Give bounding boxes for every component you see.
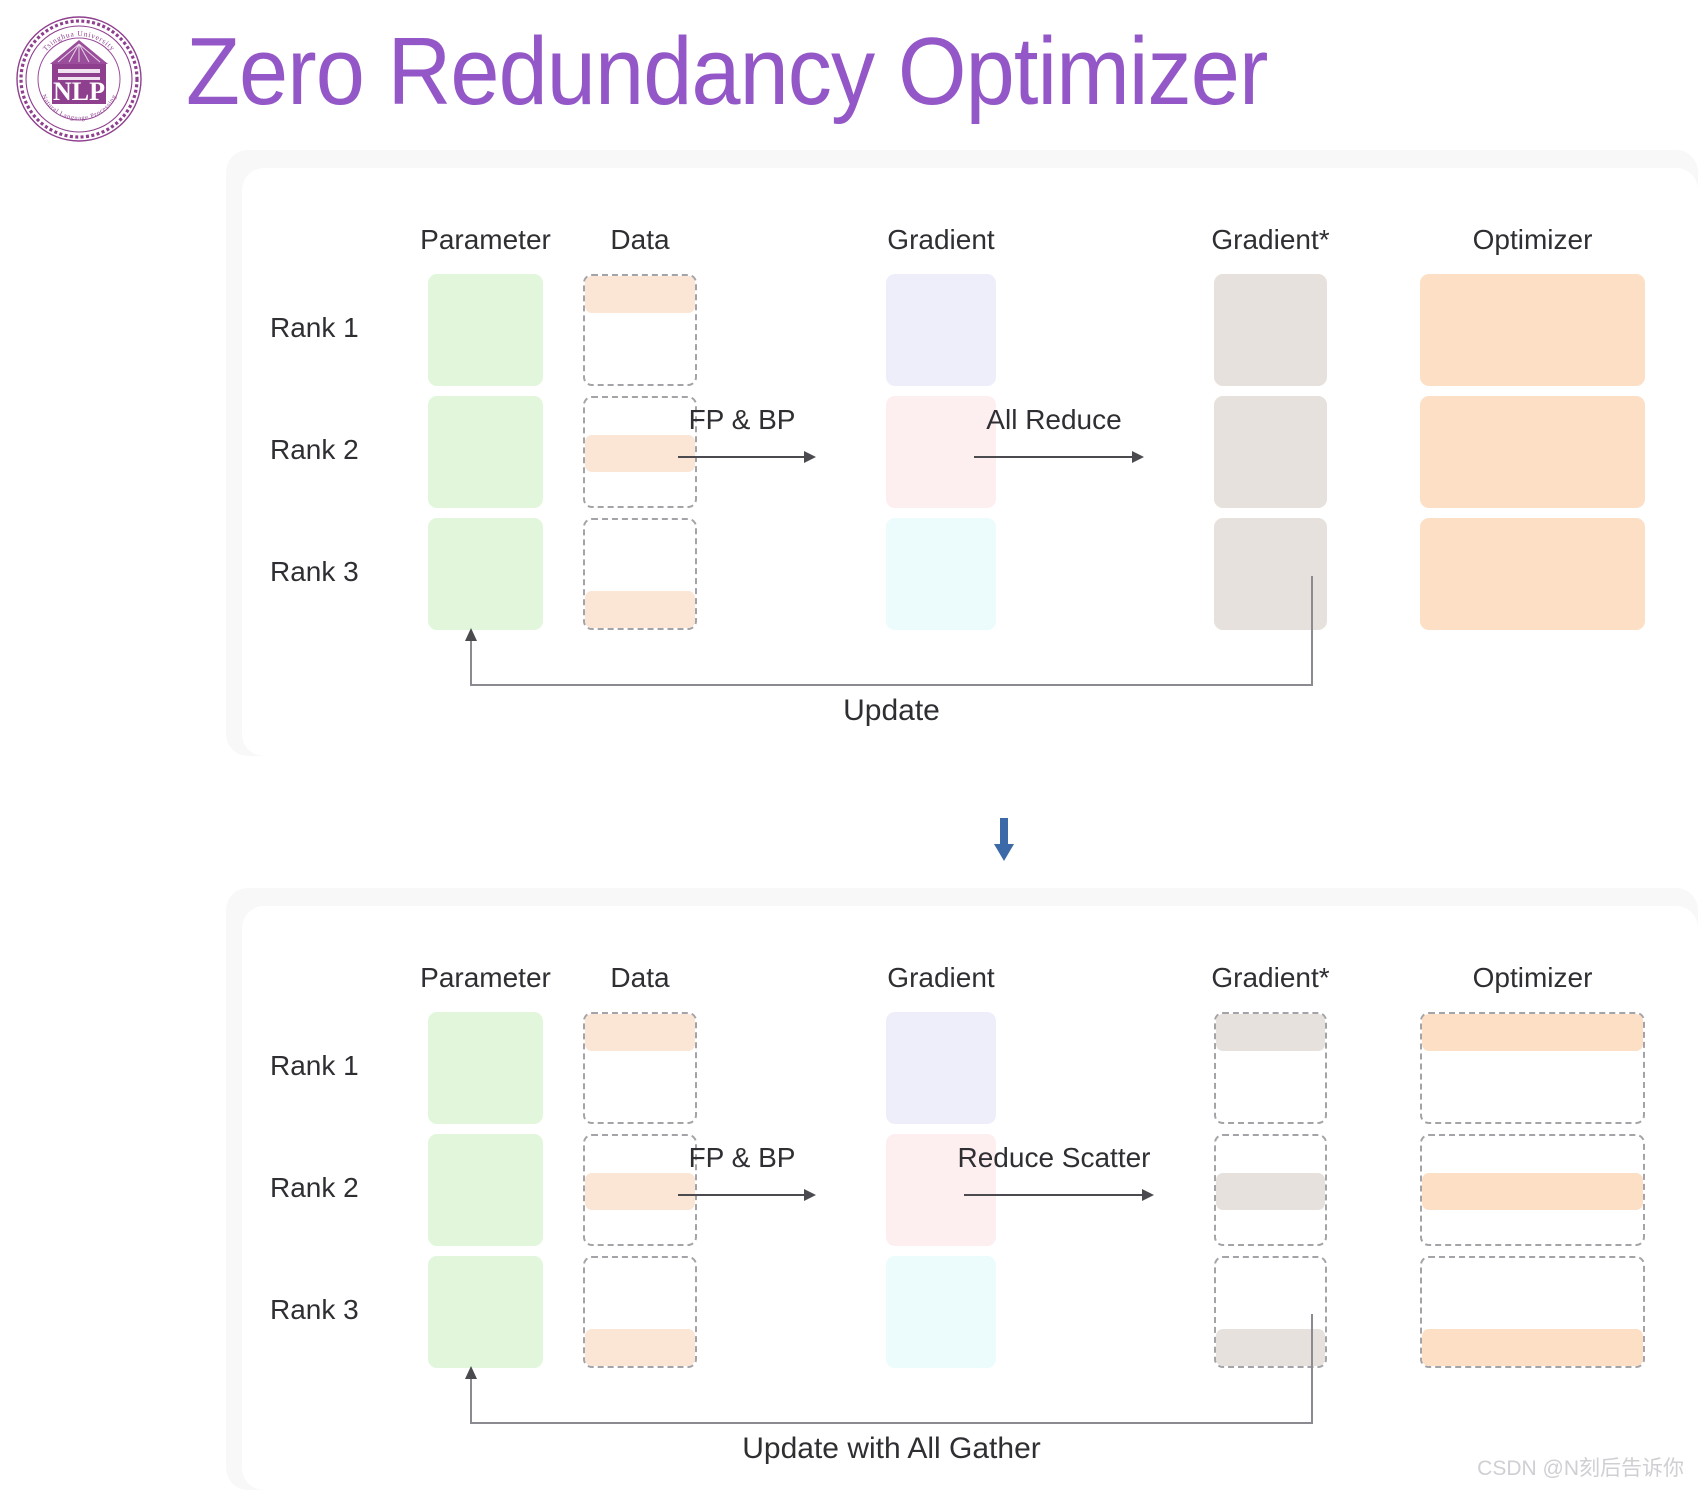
cell-gradient_star-rank1 <box>1214 274 1327 386</box>
flow-label-all-reduce: All Reduce <box>986 404 1122 435</box>
cell-data-rank2 <box>583 1134 697 1246</box>
column-header-data: Data <box>610 224 670 255</box>
column-header-gradient: Gradient <box>887 224 995 255</box>
cell-optimizer-rank3 <box>1420 1256 1645 1368</box>
cell-gradient-rank3 <box>886 1256 996 1368</box>
rank-label-1: Rank 1 <box>270 1050 359 1081</box>
update-bracket-left-stem <box>470 1378 472 1422</box>
update-bracket-right-stem <box>1311 576 1313 684</box>
cell-parameter-rank1 <box>428 1012 543 1124</box>
cell-parameter-rank1 <box>428 274 543 386</box>
page-header: NLP Tsinghua University Natural Language… <box>0 0 1698 150</box>
transition-down-arrow-icon <box>994 818 1014 861</box>
update-label: Update with All Gather <box>742 1432 1041 1465</box>
update-label: Update <box>843 694 940 727</box>
column-header-gradient_star: Gradient* <box>1211 962 1330 993</box>
cell-data-rank2 <box>583 396 697 508</box>
update-bracket-horizontal <box>470 1422 1313 1424</box>
band-gradient_star-rank3 <box>1216 1329 1325 1366</box>
rank-label-2: Rank 2 <box>270 434 359 465</box>
update-bracket-left-stem <box>470 640 472 684</box>
band-optimizer-rank3 <box>1422 1329 1643 1366</box>
column-header-parameter: Parameter <box>420 224 551 255</box>
band-gradient_star-rank1 <box>1216 1014 1325 1051</box>
cell-optimizer-rank1 <box>1420 274 1645 386</box>
panel-1: Parameter Data Gradient Gradient* Optimizer R… <box>242 168 1698 756</box>
rank-label-1: Rank 1 <box>270 312 359 343</box>
band-data-rank1 <box>585 1014 695 1051</box>
flow-label-fp-bp: FP & BP <box>688 1142 796 1173</box>
flow-line-fp-bp <box>678 456 806 458</box>
flow-arrowhead-reduce-scatter <box>1142 1189 1154 1201</box>
flow-label-reduce-scatter: Reduce Scatter <box>957 1142 1151 1173</box>
flow-label-fp-bp: FP & BP <box>688 404 796 435</box>
update-arrowhead <box>465 1366 477 1379</box>
flow-line-all-reduce <box>974 456 1134 458</box>
column-header-gradient_star: Gradient* <box>1211 224 1330 255</box>
column-header-parameter: Parameter <box>420 962 551 993</box>
column-header-data: Data <box>610 962 670 993</box>
update-bracket-right-stem <box>1311 1314 1313 1422</box>
band-optimizer-rank1 <box>1422 1014 1643 1051</box>
cell-gradient-rank2 <box>886 396 996 508</box>
page-title: Zero Redundancy Optimizer <box>186 18 1268 125</box>
column-header-gradient: Gradient <box>887 962 995 993</box>
update-bracket-horizontal <box>470 684 1313 686</box>
cell-gradient_star-rank2 <box>1214 396 1327 508</box>
cell-gradient-rank1 <box>886 1012 996 1124</box>
column-header-optimizer: Optimizer <box>1472 962 1593 993</box>
svg-text:NLP: NLP <box>53 77 105 106</box>
cell-optimizer-rank2 <box>1420 396 1645 508</box>
flow-line-fp-bp <box>678 1194 806 1196</box>
flow-arrowhead-fp-bp <box>804 451 816 463</box>
cell-parameter-rank3 <box>428 1256 543 1368</box>
band-data-rank3 <box>585 591 695 628</box>
update-arrowhead <box>465 628 477 641</box>
band-data-rank2 <box>585 1173 695 1210</box>
rank-label-2: Rank 2 <box>270 1172 359 1203</box>
tsinghua-nlp-logo: NLP Tsinghua University Natural Language… <box>16 16 142 142</box>
cell-data-rank1 <box>583 274 697 386</box>
cell-data-rank1 <box>583 1012 697 1124</box>
rank-label-3: Rank 3 <box>270 556 359 587</box>
band-data-rank1 <box>585 276 695 313</box>
cell-parameter-rank3 <box>428 518 543 630</box>
cell-gradient_star-rank1 <box>1214 1012 1327 1124</box>
flow-line-reduce-scatter <box>964 1194 1144 1196</box>
cell-optimizer-rank2 <box>1420 1134 1645 1246</box>
rank-label-3: Rank 3 <box>270 1294 359 1325</box>
column-header-optimizer: Optimizer <box>1472 224 1593 255</box>
panel-2: Parameter Data Gradient Gradient* Optimizer R… <box>242 906 1698 1490</box>
cell-data-rank3 <box>583 518 697 630</box>
cell-gradient-rank1 <box>886 274 996 386</box>
flow-arrowhead-fp-bp <box>804 1189 816 1201</box>
band-gradient_star-rank2 <box>1216 1173 1325 1210</box>
cell-optimizer-rank1 <box>1420 1012 1645 1124</box>
csdn-watermark: CSDN @N刻后告诉你 <box>1477 1457 1684 1480</box>
cell-parameter-rank2 <box>428 1134 543 1246</box>
band-data-rank2 <box>585 435 695 472</box>
cell-data-rank3 <box>583 1256 697 1368</box>
band-data-rank3 <box>585 1329 695 1366</box>
cell-parameter-rank2 <box>428 396 543 508</box>
cell-gradient-rank3 <box>886 518 996 630</box>
flow-arrowhead-all-reduce <box>1132 451 1144 463</box>
cell-optimizer-rank3 <box>1420 518 1645 630</box>
cell-gradient_star-rank2 <box>1214 1134 1327 1246</box>
band-optimizer-rank2 <box>1422 1173 1643 1210</box>
